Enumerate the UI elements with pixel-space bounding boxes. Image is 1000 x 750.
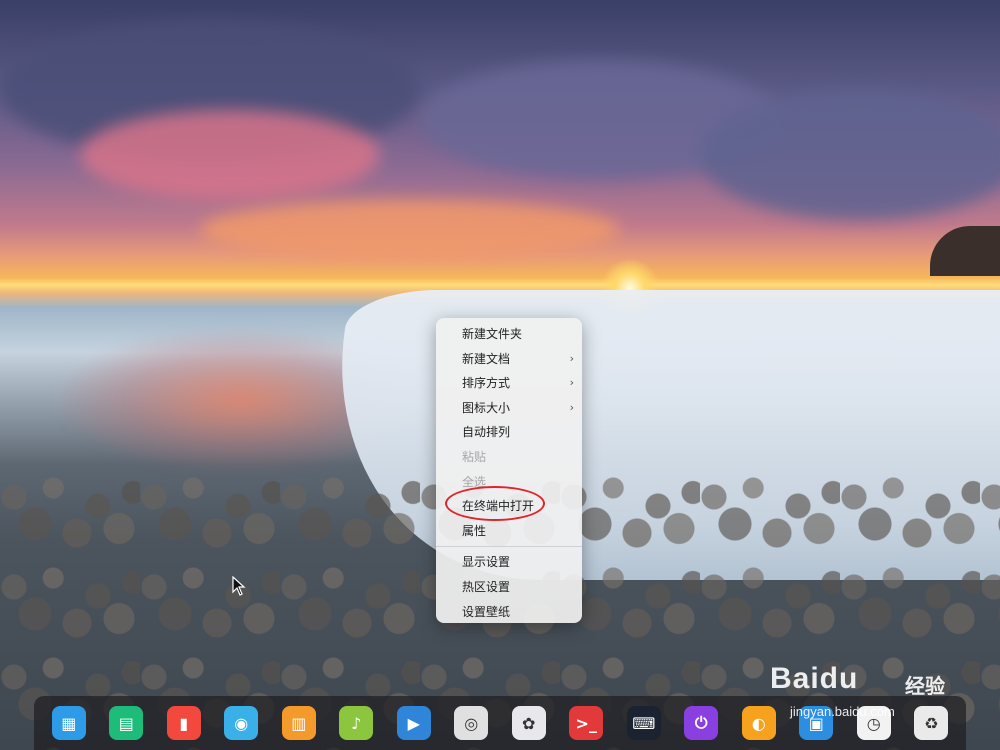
menu-item[interactable]: 新建文件夹 (436, 322, 582, 347)
dock-item[interactable]: ▦ (51, 705, 87, 741)
dock-item[interactable]: ◷ (856, 705, 892, 741)
dock-item[interactable]: ♻ (913, 705, 949, 741)
menu-item-label: 粘贴 (462, 449, 487, 464)
desktop-context-menu: 新建文件夹新建文档 › 排序方式 › 图标大小 › 自动排列粘贴全选在终端中打开 属性显示设置… (436, 318, 582, 623)
menu-item[interactable]: 排序方式 › (436, 371, 582, 396)
shopping-bag-icon: ▥ (281, 706, 316, 740)
dock: ▦ ▤ ▮ ◉ ▥ ♪ ▶ ◎ ✿ >_ ⌨ ⏻ ◐ ▣ ◷ ♻ (34, 696, 966, 750)
chrome-browser-icon: ◎ (454, 706, 489, 740)
hill (930, 226, 1000, 276)
menu-item-label: 全选 (462, 474, 487, 489)
trash-icon: ♻ (914, 706, 949, 740)
clock-icon: ◷ (856, 706, 891, 740)
menu-item[interactable]: 显示设置 (436, 550, 582, 575)
submenu-arrow-icon: › (569, 400, 574, 414)
menu-separator (436, 546, 582, 548)
dock-item[interactable]: ▥ (281, 705, 317, 741)
menu-item-label: 排序方式 (462, 376, 511, 391)
dock-item[interactable]: ▣ (798, 705, 834, 741)
submenu-arrow-icon: › (569, 376, 574, 390)
dock-item[interactable]: ⌨ (626, 705, 662, 741)
menu-item-label: 显示设置 (462, 555, 511, 570)
terminal-icon: >_ (569, 706, 604, 740)
dock-item[interactable]: ♪ (338, 705, 374, 741)
settings-icon: ✿ (511, 706, 546, 740)
menu-item[interactable]: 新建文档 › (436, 347, 582, 372)
dock-item[interactable]: ◉ (223, 705, 259, 741)
file-manager-icon: ▤ (109, 706, 144, 740)
power-icon: ⏻ (684, 706, 719, 740)
wallpaper-cloud (700, 90, 1000, 220)
video-app-icon: ▮ (166, 706, 201, 740)
mouse-cursor-icon (232, 576, 246, 596)
menu-item: 粘贴 (436, 445, 582, 470)
app-store-icon: ◉ (224, 706, 259, 740)
dock-item[interactable]: ▮ (166, 705, 202, 741)
menu-item[interactable]: 热区设置 (436, 575, 582, 600)
dock-item[interactable]: >_ (568, 705, 604, 741)
dock-item[interactable]: ▶ (396, 705, 432, 741)
menu-item-label: 新建文件夹 (462, 327, 523, 341)
menu-item: 全选 (436, 470, 582, 495)
menu-item[interactable]: 图标大小 › (436, 396, 582, 421)
dock-item[interactable]: ▤ (108, 705, 144, 741)
menu-item-label: 新建文档 (462, 351, 511, 366)
menu-item-label: 在终端中打开 (462, 499, 535, 514)
launcher-icon: ▦ (51, 706, 86, 740)
menu-item-label: 属性 (462, 523, 487, 538)
dock-item[interactable]: ⏻ (683, 705, 719, 741)
menu-item[interactable]: 自动排列 (436, 420, 582, 445)
image-viewer-icon: ▣ (799, 706, 834, 740)
music-player-icon: ♪ (339, 706, 374, 740)
dock-item[interactable]: ◎ (453, 705, 489, 741)
menu-item-label: 自动排列 (462, 425, 511, 440)
menu-item-label: 热区设置 (462, 579, 511, 594)
menu-item[interactable]: 设置壁纸 (436, 600, 582, 625)
wallpaper-cloud (80, 110, 380, 200)
movie-player-icon: ▶ (396, 706, 431, 740)
dock-item[interactable]: ✿ (511, 705, 547, 741)
menu-item[interactable]: 在终端中打开 (436, 494, 582, 519)
clock-widget-icon: ◐ (741, 706, 776, 740)
dock-item[interactable]: ◐ (741, 705, 777, 741)
submenu-arrow-icon: › (569, 351, 574, 365)
wallpaper-cloud (200, 200, 620, 260)
keyboard-icon: ⌨ (626, 706, 661, 740)
menu-item-label: 设置壁纸 (462, 604, 511, 619)
menu-item-label: 图标大小 (462, 400, 511, 415)
menu-item[interactable]: 属性 (436, 519, 582, 544)
